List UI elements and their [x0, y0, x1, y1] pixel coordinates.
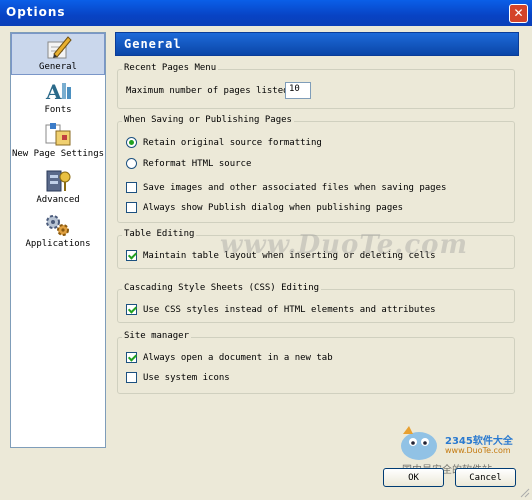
radio-label: Retain original source formatting: [143, 137, 322, 148]
cancel-button[interactable]: Cancel: [455, 468, 516, 487]
system-icons-checkbox[interactable]: Use system icons: [126, 372, 230, 383]
watermark-text: www.DuoTe.com: [220, 230, 469, 260]
page-settings-icon: [45, 123, 71, 146]
checkbox-label: Use system icons: [143, 372, 230, 383]
group-legend: Table Editing: [122, 229, 197, 239]
checkbox[interactable]: [126, 250, 137, 261]
pen-paper-icon: [47, 36, 72, 59]
resize-grip-icon[interactable]: [518, 486, 530, 498]
fonts-icon: A: [45, 80, 71, 104]
checkbox[interactable]: [126, 352, 137, 363]
checkbox[interactable]: [126, 304, 137, 315]
sidebar-item-general[interactable]: General: [11, 33, 105, 75]
window-title: Options: [6, 5, 66, 19]
group-legend: When Saving or Publishing Pages: [122, 115, 294, 125]
radio-button[interactable]: [126, 137, 137, 148]
sidebar-item-label: Advanced: [36, 195, 80, 205]
saving-group: When Saving or Publishing Pages Retain o…: [117, 115, 515, 223]
sidebar-item-label: General: [39, 62, 77, 72]
use-css-checkbox[interactable]: Use CSS styles instead of HTML elements …: [126, 304, 436, 315]
reformat-html-radio[interactable]: Reformat HTML source: [126, 158, 251, 169]
checkbox-label: Always show Publish dialog when publishi…: [143, 202, 404, 213]
sidebar-item-label: Fonts: [44, 105, 72, 115]
svg-text:A: A: [45, 80, 62, 104]
save-images-checkbox[interactable]: Save images and other associated files w…: [126, 182, 446, 193]
watermark-brand-url: www.DuoTe.com: [445, 446, 511, 455]
checkbox[interactable]: [126, 202, 137, 213]
group-legend: Site manager: [122, 331, 192, 341]
radio-label: Reformat HTML source: [143, 158, 252, 169]
sidebar-item-label: New Page Settings: [11, 149, 105, 159]
sidebar-item-fonts[interactable]: A Fonts: [11, 77, 105, 119]
sidebar-item-advanced[interactable]: Advanced: [11, 167, 105, 209]
sidebar-item-label: Applications: [25, 239, 91, 249]
checkbox-label: Save images and other associated files w…: [143, 182, 447, 193]
site-manager-group: Site manager Always open a document in a…: [117, 331, 515, 394]
panel-title: General: [124, 37, 182, 51]
close-button[interactable]: ✕: [509, 4, 528, 23]
sidebar-item-applications[interactable]: Applications: [11, 211, 105, 253]
new-tab-checkbox[interactable]: Always open a document in a new tab: [126, 352, 333, 363]
max-pages-row: Maximum number of pages listed:: [126, 86, 294, 96]
max-pages-label: Maximum number of pages listed:: [126, 86, 294, 96]
panel-header: General: [115, 32, 519, 56]
retain-formatting-radio[interactable]: Retain original source formatting: [126, 137, 322, 148]
advanced-icon: [46, 170, 71, 192]
group-legend: Cascading Style Sheets (CSS) Editing: [122, 283, 322, 293]
gears-icon: [46, 215, 69, 236]
css-editing-group: Cascading Style Sheets (CSS) Editing Use…: [117, 283, 515, 323]
sidebar-item-new-page-settings[interactable]: New Page Settings: [11, 121, 105, 165]
title-bar[interactable]: Options ✕: [0, 0, 532, 26]
publish-dialog-checkbox[interactable]: Always show Publish dialog when publishi…: [126, 202, 403, 213]
checkbox[interactable]: [126, 182, 137, 193]
ok-button[interactable]: OK: [383, 468, 444, 487]
radio-button[interactable]: [126, 158, 137, 169]
category-sidebar: General A Fonts New Page Settings Advanc…: [10, 32, 106, 448]
watermark-logo-icon: [401, 426, 437, 460]
checkbox-label: Use CSS styles instead of HTML elements …: [143, 304, 436, 315]
checkbox-label: Always open a document in a new tab: [143, 352, 333, 363]
checkbox[interactable]: [126, 372, 137, 383]
recent-pages-group: Recent Pages Menu Maximum number of page…: [117, 63, 515, 109]
watermark-brand: 2345软件大全: [445, 436, 513, 447]
group-legend: Recent Pages Menu: [122, 63, 219, 73]
max-pages-input[interactable]: 10: [285, 82, 311, 99]
